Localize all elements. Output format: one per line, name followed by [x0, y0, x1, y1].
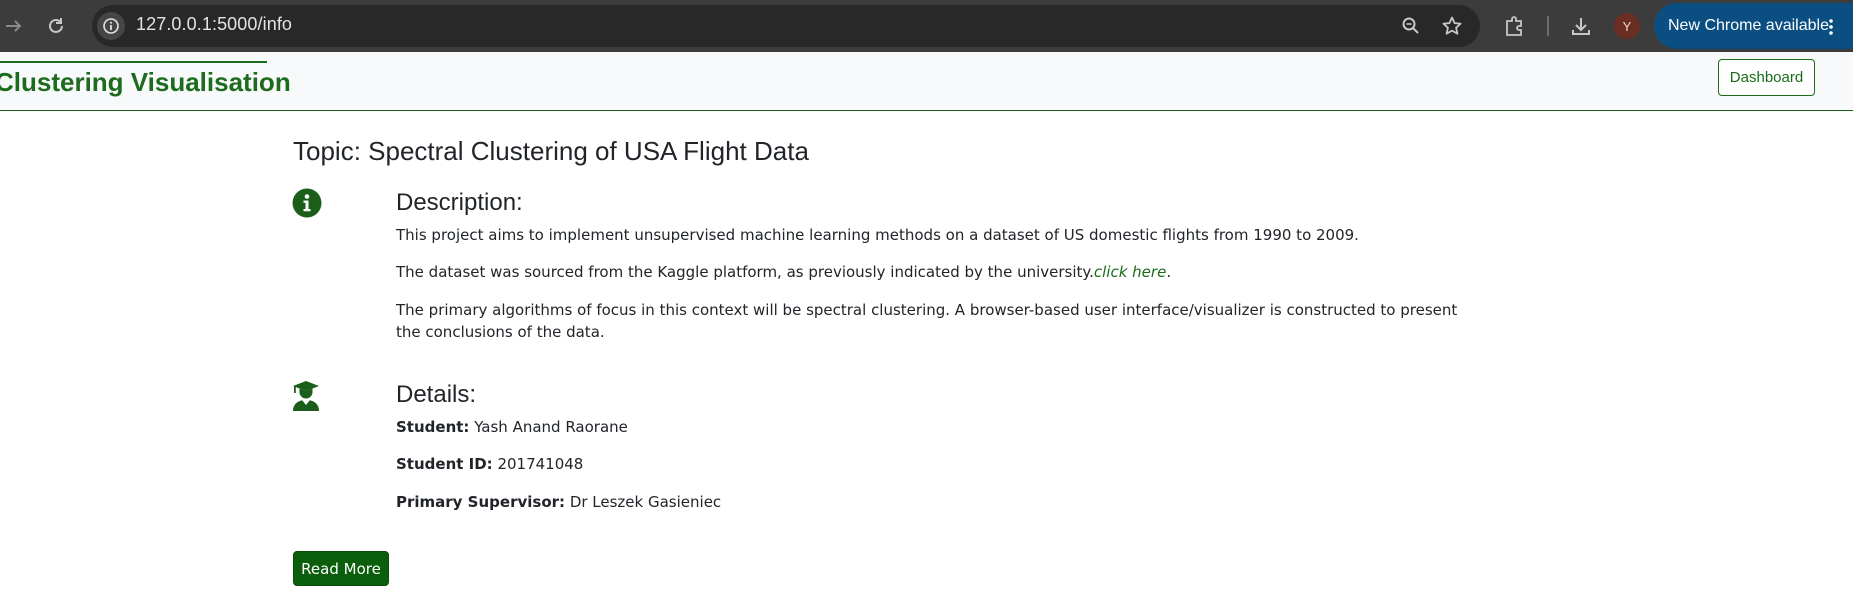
student-id-label: Student ID: — [396, 455, 493, 473]
read-more-button[interactable]: Read More — [293, 551, 389, 586]
reload-icon[interactable] — [44, 14, 68, 38]
paragraph-2-end: . — [1166, 263, 1172, 281]
kaggle-link[interactable]: click here — [1094, 263, 1166, 281]
chrome-update-button[interactable]: New Chrome available — [1654, 3, 1853, 49]
forward-icon[interactable] — [2, 14, 26, 38]
update-label: New Chrome available — [1668, 17, 1829, 34]
description-paragraph-1: This project aims to implement unsupervi… — [396, 226, 1359, 244]
student-value: Yash Anand Raorane — [474, 418, 628, 436]
supervisor-row: Primary Supervisor: Dr Leszek Gasieniec — [396, 493, 721, 511]
description-paragraph-2: The dataset was sourced from the Kaggle … — [396, 261, 1486, 283]
url-text[interactable]: 127.0.0.1:5000/info — [136, 14, 292, 35]
profile-avatar[interactable]: Y — [1614, 13, 1640, 39]
toolbar-separator — [1547, 16, 1549, 36]
dashboard-button[interactable]: Dashboard — [1718, 59, 1815, 96]
student-id-value: 201741048 — [497, 455, 584, 473]
student-id-row: Student ID: 201741048 — [396, 455, 583, 473]
student-label: Student: — [396, 418, 470, 436]
address-bar[interactable] — [92, 5, 1480, 47]
more-menu-icon[interactable] — [1827, 17, 1835, 42]
brand-title[interactable]: Clustering Visualisation — [0, 67, 291, 98]
zoom-icon[interactable] — [1399, 14, 1423, 38]
bookmark-star-icon[interactable] — [1440, 14, 1464, 38]
browser-toolbar: 127.0.0.1:5000/info Y New Chrome availab… — [0, 0, 1853, 52]
details-heading: Details: — [396, 381, 477, 408]
download-icon[interactable] — [1569, 14, 1593, 38]
description-heading: Description: — [396, 189, 523, 216]
page-title: Topic: Spectral Clustering of USA Flight… — [293, 136, 809, 166]
site-info-icon[interactable] — [97, 12, 125, 40]
student-row: Student: Yash Anand Raorane — [396, 418, 628, 436]
extensions-icon[interactable] — [1502, 14, 1526, 38]
supervisor-label: Primary Supervisor: — [396, 493, 566, 511]
description-paragraph-3: The primary algorithms of focus in this … — [396, 301, 1458, 341]
brand-underline — [0, 61, 267, 63]
paragraph-2-text: The dataset was sourced from the Kaggle … — [396, 263, 1094, 281]
info-circle-icon — [292, 188, 322, 218]
graduate-student-icon — [290, 380, 322, 412]
supervisor-value: Dr Leszek Gasieniec — [569, 493, 722, 511]
